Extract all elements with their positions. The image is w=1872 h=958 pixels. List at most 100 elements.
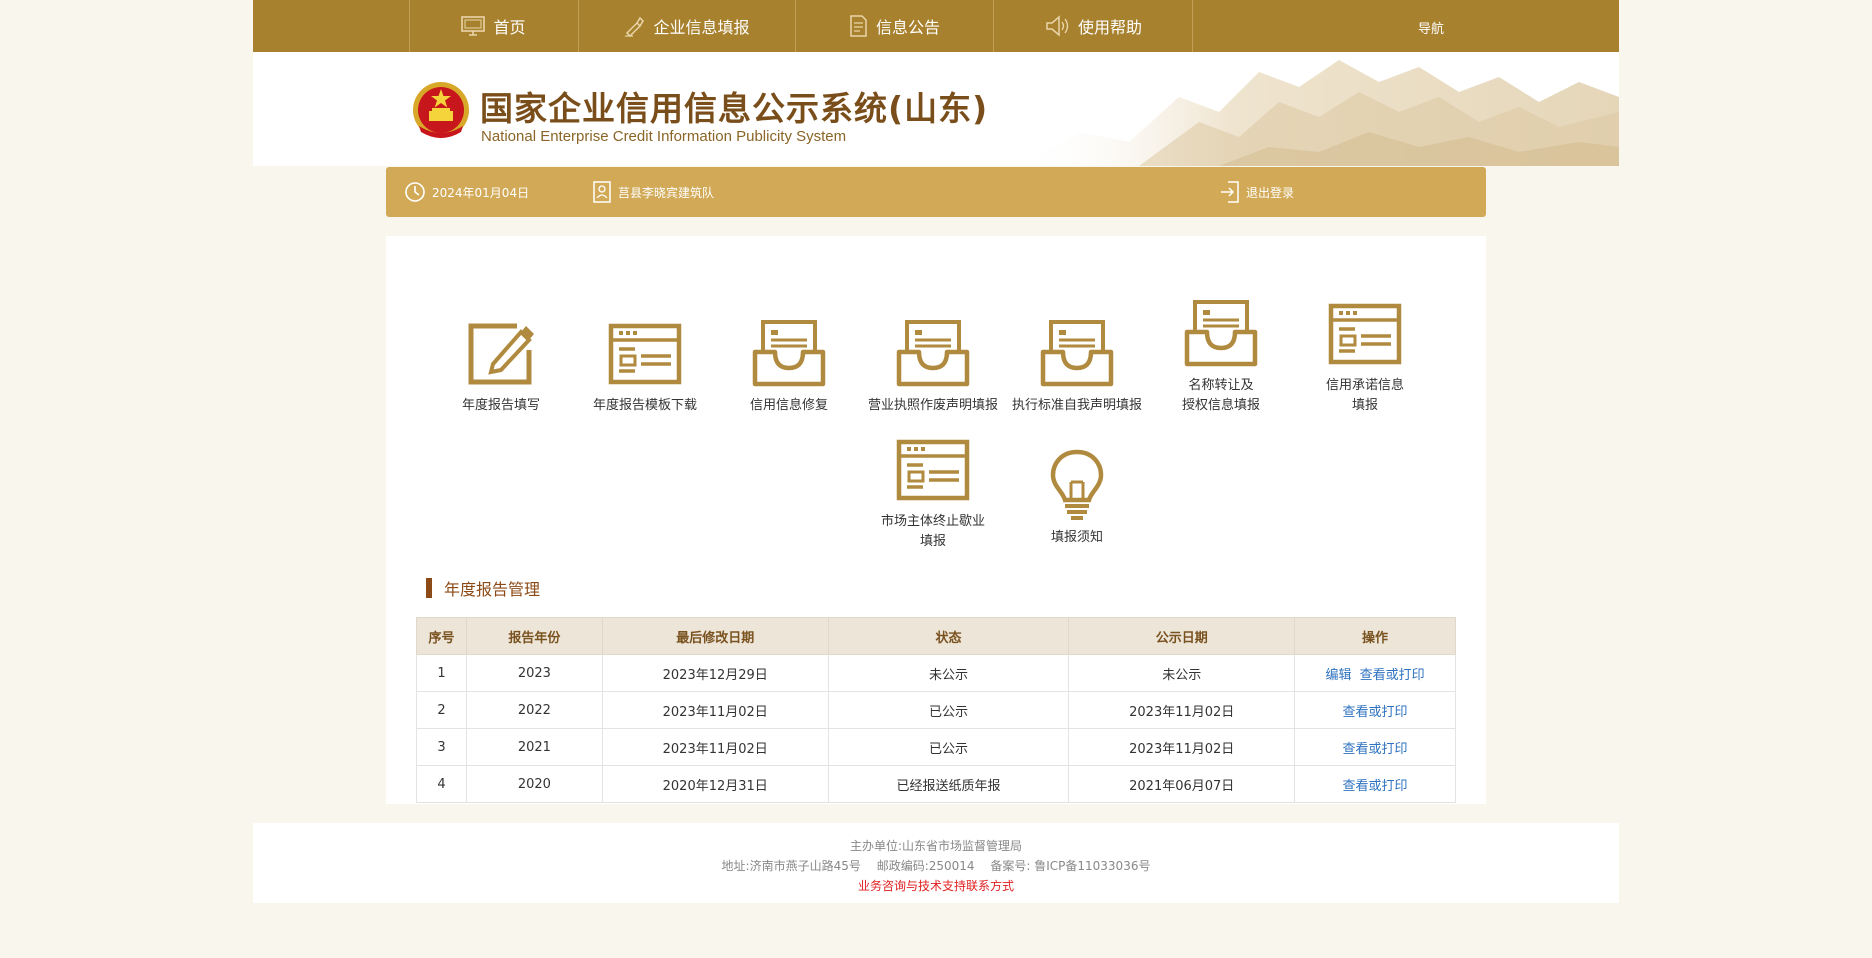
license-void-declaration-button[interactable]: 营业执照作废声明填报 xyxy=(863,316,1003,416)
name-transfer-authorization-button[interactable]: 名称转让及 授权信息填报 xyxy=(1151,296,1291,416)
view-print-link[interactable]: 查看或打印 xyxy=(1343,705,1408,720)
user-info-bar: 2024年01月04日 莒县李晓宾建筑队 退出登录 xyxy=(386,167,1486,217)
column-header-publish: 公示日期 xyxy=(1068,617,1296,655)
cell-modified: 2023年11月02日 xyxy=(601,691,829,729)
current-date: 2024年01月04日 xyxy=(404,181,529,203)
cell-status: 已经报送纸质年报 xyxy=(827,765,1070,803)
function-label-line2: 填报 xyxy=(1351,398,1378,413)
header-banner: 国家企业信用信息公示系统(山东) National Enterprise Cre… xyxy=(253,52,1619,166)
cell-modified: 2020年12月31日 xyxy=(601,765,829,803)
footer-address: 地址:济南市燕子山路45号 xyxy=(721,859,861,873)
company-text: 莒县李晓宾建筑队 xyxy=(618,185,715,200)
section-title-text: 年度报告管理 xyxy=(444,580,541,599)
mountain-landscape-decoration xyxy=(1019,60,1619,166)
company-name: 莒县李晓宾建筑队 xyxy=(592,181,714,203)
top-navigation: 首页 企业信息填报 信息公告 使用帮助 导航 xyxy=(253,0,1619,52)
nav-item-announcements[interactable]: 信息公告 xyxy=(795,0,992,52)
monitor-icon xyxy=(461,16,486,36)
function-label: 名称转让及 授权信息填报 xyxy=(1151,376,1291,416)
template-icon xyxy=(1328,303,1402,365)
standard-self-declaration-button[interactable]: 执行标准自我声明填报 xyxy=(1007,316,1147,416)
function-label: 市场主体终止歇业 填报 xyxy=(863,512,1003,552)
annual-report-fill-button[interactable]: 年度报告填写 xyxy=(431,316,571,416)
logout-label: 退出登录 xyxy=(1246,185,1295,200)
cell-modified: 2023年12月29日 xyxy=(601,654,829,692)
cell-no: 4 xyxy=(416,765,467,803)
cell-actions: 查看或打印 xyxy=(1294,765,1456,803)
function-label: 填报须知 xyxy=(1050,530,1103,545)
footer-postcode: 邮政编码:250014 xyxy=(876,859,975,873)
user-card-icon xyxy=(593,181,611,203)
cell-no: 1 xyxy=(416,654,467,692)
column-header-status: 状态 xyxy=(827,617,1070,655)
function-label: 信用承诺信息 填报 xyxy=(1295,376,1435,416)
nav-item-enterprise-filing[interactable]: 企业信息填报 xyxy=(578,0,794,52)
system-title-english: National Enterprise Credit Information P… xyxy=(481,128,847,145)
cell-actions: 查看或打印 xyxy=(1294,691,1456,729)
edit-link[interactable]: 编辑 xyxy=(1326,668,1352,683)
template-icon xyxy=(608,323,682,385)
footer-contact-link[interactable]: 业务咨询与技术支持联系方式 xyxy=(253,877,1619,894)
function-label-line2: 授权信息填报 xyxy=(1181,398,1260,413)
page-footer: 主办单位:山东省市场监督管理局 地址:济南市燕子山路45号 邮政编码:25001… xyxy=(253,823,1619,903)
footer-host: 主办单位:山东省市场监督管理局 xyxy=(849,839,1023,853)
table-header-row: 序号 报告年份 最后修改日期 状态 公示日期 操作 xyxy=(416,617,1456,655)
table-row: 1 2023 2023年12月29日 未公示 未公示 编辑 查看或打印 xyxy=(416,654,1456,692)
cell-status: 已公示 xyxy=(827,691,1070,729)
inbox-icon xyxy=(752,320,826,387)
inbox-icon xyxy=(1040,320,1114,387)
nav-item-help[interactable]: 使用帮助 xyxy=(993,0,1193,52)
column-header-no: 序号 xyxy=(416,617,467,655)
column-header-modified: 最后修改日期 xyxy=(601,617,829,655)
filing-instructions-button[interactable]: 填报须知 xyxy=(1007,448,1147,548)
inbox-icon xyxy=(896,320,970,387)
annual-report-section-title: 年度报告管理 xyxy=(426,576,540,600)
cell-actions: 查看或打印 xyxy=(1294,728,1456,766)
cell-modified: 2023年11月02日 xyxy=(601,728,829,766)
clock-icon xyxy=(405,182,425,202)
view-print-link[interactable]: 查看或打印 xyxy=(1360,668,1425,683)
function-label: 年度报告填写 xyxy=(461,398,540,413)
logout-button[interactable]: 退出登录 xyxy=(1220,181,1294,203)
function-label: 信用信息修复 xyxy=(749,398,828,413)
cell-actions: 编辑 查看或打印 xyxy=(1294,654,1456,692)
inbox-icon xyxy=(1184,300,1258,367)
cell-no: 3 xyxy=(416,728,467,766)
view-print-link[interactable]: 查看或打印 xyxy=(1343,742,1408,757)
view-print-link[interactable]: 查看或打印 xyxy=(1343,779,1408,794)
market-entity-termination-button[interactable]: 市场主体终止歇业 填报 xyxy=(863,432,1003,552)
pen-icon xyxy=(623,15,645,37)
nav-label: 使用帮助 xyxy=(1077,18,1142,37)
nav-label: 企业信息填报 xyxy=(653,18,750,37)
annual-report-template-download-button[interactable]: 年度报告模板下载 xyxy=(575,316,715,416)
table-row: 4 2020 2020年12月31日 已经报送纸质年报 2021年06月07日 … xyxy=(416,765,1456,803)
main-panel: 年度报告填写 年度报告模板下载 信用信息修复 营业执照作废声明填报 执行标准自我… xyxy=(386,236,1486,804)
function-label: 执行标准自我声明填报 xyxy=(1011,398,1142,413)
cell-publish: 2021年06月07日 xyxy=(1068,765,1296,803)
column-header-actions: 操作 xyxy=(1294,617,1456,655)
credit-info-repair-button[interactable]: 信用信息修复 xyxy=(719,316,859,416)
date-text: 2024年01月04日 xyxy=(432,185,530,200)
cell-year: 2023 xyxy=(465,654,603,692)
footer-icp[interactable]: 备案号: 鲁ICP备11033036号 xyxy=(990,859,1150,873)
table-row: 3 2021 2023年11月02日 已公示 2023年11月02日 查看或打印 xyxy=(416,728,1456,766)
cell-no: 2 xyxy=(416,691,467,729)
cell-year: 2020 xyxy=(465,765,603,803)
section-marker xyxy=(426,578,432,598)
function-label: 营业执照作废声明填报 xyxy=(867,398,998,413)
national-emblem-icon xyxy=(413,82,469,138)
credit-commitment-button[interactable]: 信用承诺信息 填报 xyxy=(1295,296,1435,416)
annual-report-table: 序号 报告年份 最后修改日期 状态 公示日期 操作 1 2023 2023年12… xyxy=(416,617,1456,803)
nav-label: 首页 xyxy=(493,18,526,37)
nav-guide-link[interactable]: 导航 xyxy=(1418,18,1444,37)
nav-item-home[interactable]: 首页 xyxy=(409,0,577,52)
footer-address-line: 地址:济南市燕子山路45号 邮政编码:250014 备案号: 鲁ICP备1103… xyxy=(253,857,1619,874)
function-label-line1: 名称转让及 xyxy=(1188,378,1254,393)
function-label-line1: 信用承诺信息 xyxy=(1325,378,1404,393)
function-label-line2: 填报 xyxy=(919,534,946,549)
function-label-line1: 市场主体终止歇业 xyxy=(880,514,985,529)
cell-status: 已公示 xyxy=(827,728,1070,766)
edit-report-icon xyxy=(468,323,534,385)
logout-icon xyxy=(1221,181,1239,203)
lightbulb-icon xyxy=(1050,449,1104,520)
